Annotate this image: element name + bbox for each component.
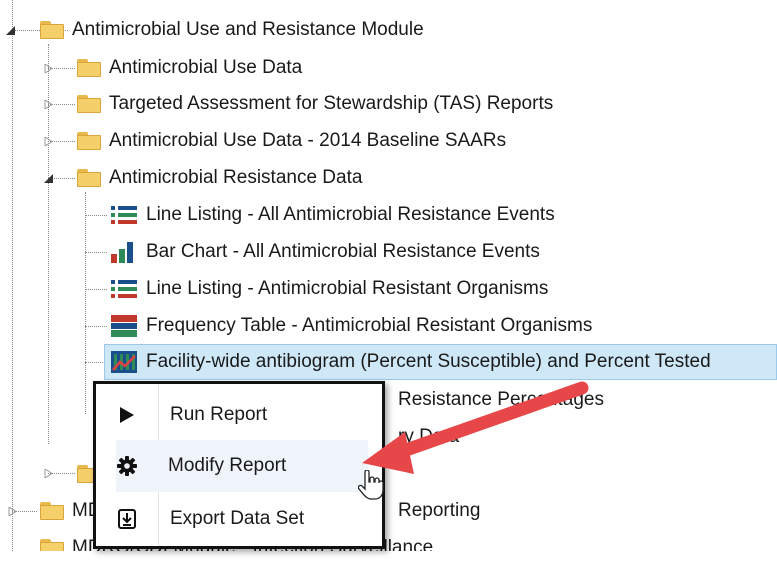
folder-icon: [40, 21, 64, 39]
tree-node-label: Line Listing - Antimicrobial Resistant O…: [146, 278, 549, 299]
tree-node-report[interactable]: Line Listing - All Antimicrobial Resista…: [110, 198, 555, 232]
tree-node-report-selected[interactable]: Facility-wide antibiogram (Percent Susce…: [110, 345, 711, 379]
tree-node-label: Line Listing - All Antimicrobial Resista…: [146, 204, 555, 225]
folder-icon: [40, 502, 64, 520]
expand-toggle-icon[interactable]: [44, 64, 53, 73]
folder-icon: [40, 539, 64, 551]
expand-toggle-icon[interactable]: [8, 507, 17, 516]
tree-connector: [85, 326, 107, 327]
tree-node-report-partial[interactable]: ry Data: [398, 420, 459, 454]
context-menu: Run Report Modify Report Export Data Set: [93, 381, 385, 549]
bar-chart-icon: [110, 240, 138, 264]
collapse-toggle-icon[interactable]: [6, 26, 15, 35]
antibiogram-icon: [110, 350, 138, 374]
tree-node-folder[interactable]: Targeted Assessment for Stewardship (TAS…: [77, 87, 553, 121]
tree-node-label: Facility-wide antibiogram (Percent Susce…: [146, 351, 711, 372]
menu-item-label: Run Report: [170, 404, 268, 425]
tree-node-label: Antimicrobial Use Data: [109, 57, 303, 78]
tree-node-label: Antimicrobial Use and Resistance Module: [72, 19, 424, 40]
expand-toggle-icon[interactable]: [44, 469, 53, 478]
folder-icon: [77, 95, 101, 113]
tree-node-folder[interactable]: Antimicrobial Resistance Data: [77, 161, 362, 195]
tree-connector: [85, 192, 86, 414]
tree-node-folder[interactable]: Antimicrobial Use Data - 2014 Baseline S…: [77, 124, 506, 158]
folder-icon: [77, 169, 101, 187]
line-listing-icon: [110, 203, 138, 227]
tree-node-module[interactable]: Antimicrobial Use and Resistance Module: [40, 13, 424, 47]
tree-connector: [12, 0, 13, 551]
tree-node-report[interactable]: Bar Chart - All Antimicrobial Resistance…: [110, 235, 540, 269]
play-icon: [108, 406, 146, 424]
tree-node-label: Bar Chart - All Antimicrobial Resistance…: [146, 241, 540, 262]
folder-icon: [77, 59, 101, 77]
tree-node-report[interactable]: Frequency Table - Antimicrobial Resistan…: [110, 309, 592, 343]
expand-toggle-icon[interactable]: [44, 100, 53, 109]
run-report-menu-item[interactable]: Run Report: [96, 389, 382, 441]
tree-node-folder[interactable]: Antimicrobial Use Data: [77, 51, 302, 85]
tree-connector: [85, 215, 107, 216]
tree-connector: [85, 252, 107, 253]
tree-node-partial[interactable]: Reporting: [398, 494, 480, 528]
expand-toggle-icon[interactable]: [44, 137, 53, 146]
hand-cursor-icon: [358, 470, 384, 500]
tree-node-report[interactable]: Line Listing - Antimicrobial Resistant O…: [110, 272, 548, 306]
tree-node-label: Reporting: [398, 500, 481, 521]
tree-node-label: ry Data: [398, 426, 460, 447]
folder-icon: [77, 132, 101, 150]
tree-node-label: Targeted Assessment for Stewardship (TAS…: [109, 93, 554, 114]
tree-node-report-partial[interactable]: Resistance Percentages: [398, 383, 604, 417]
gear-icon: [108, 456, 146, 476]
menu-item-label: Export Data Set: [170, 508, 305, 529]
tree-node-label: Antimicrobial Use Data - 2014 Baseline S…: [109, 130, 507, 151]
tree-node-label: Frequency Table - Antimicrobial Resistan…: [146, 315, 593, 336]
tree-node-label: Resistance Percentages: [398, 389, 604, 410]
tree-connector: [85, 289, 107, 290]
export-data-set-menu-item[interactable]: Export Data Set: [96, 493, 382, 545]
download-icon: [108, 509, 146, 529]
menu-item-label: Modify Report: [168, 455, 287, 476]
modify-report-menu-item[interactable]: Modify Report: [116, 440, 368, 492]
collapse-toggle-icon[interactable]: [44, 174, 53, 183]
line-listing-icon: [110, 277, 138, 301]
tree-node-label: Antimicrobial Resistance Data: [109, 167, 363, 188]
frequency-table-icon: [110, 314, 138, 338]
